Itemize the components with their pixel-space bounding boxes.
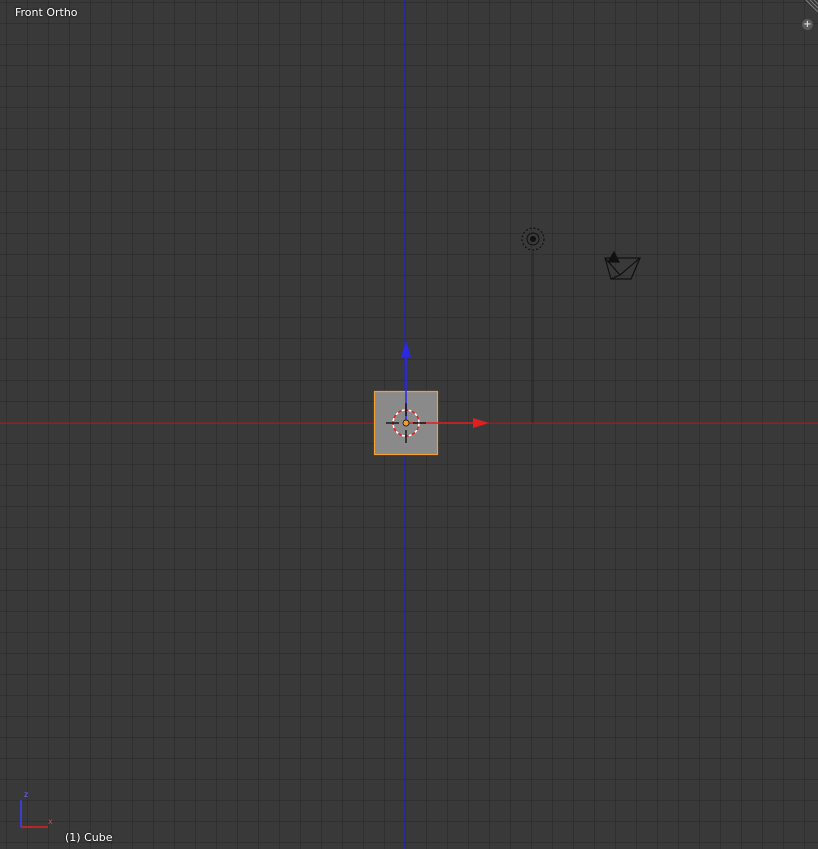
3d-viewport[interactable]: + Front Ortho z x (1) Cube [0,0,818,849]
viewport-overlay [0,0,818,849]
camera-icon[interactable] [604,250,641,280]
mini-x-label: x [48,817,53,826]
view-name-label: Front Ortho [15,6,78,19]
active-object-label: (1) Cube [65,831,113,844]
split-corner-icon[interactable] [805,0,818,13]
mini-z-label: z [24,790,29,799]
plus-icon[interactable]: + [802,19,813,30]
axis-gizmo [20,800,48,828]
z-arrow-icon [401,341,411,357]
x-arrow-icon [473,418,489,428]
lamp-icon[interactable] [521,227,545,251]
